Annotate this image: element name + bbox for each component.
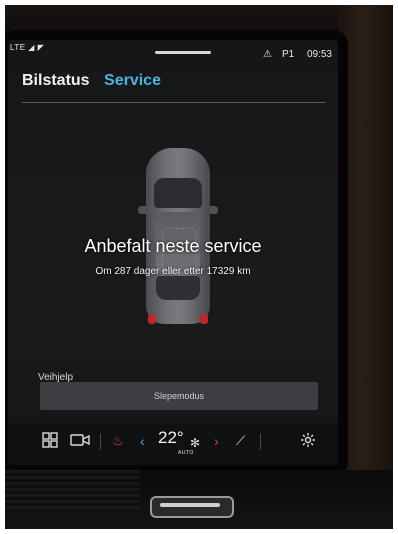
tab-service[interactable]: Service	[104, 72, 161, 90]
network-indicator: LTE ◢ ◤	[10, 43, 45, 52]
air-vent	[0, 470, 140, 510]
status-bar: LTE ◢ ◤ ⚠ P1 09:53	[8, 40, 338, 62]
climate-divider	[100, 434, 101, 450]
infotainment-screen: LTE ◢ ◤ ⚠ P1 09:53 Bilstatus Service Anbe…	[8, 40, 338, 465]
network-label: LTE	[10, 43, 26, 52]
car-windshield	[154, 178, 202, 208]
tab-bilstatus[interactable]: Bilstatus	[22, 72, 90, 90]
seat-icon[interactable]: ⟋	[236, 432, 245, 450]
settings-icon[interactable]	[300, 432, 316, 452]
car-rear-window	[156, 276, 200, 300]
grid-icon[interactable]	[42, 432, 58, 452]
tab-divider	[22, 102, 326, 103]
tab-bar: Bilstatus Service	[22, 72, 171, 92]
tow-mode-button[interactable]: Slepemodus	[40, 382, 318, 410]
climate-divider-right	[260, 434, 261, 450]
temperature-display[interactable]: 22°	[158, 428, 184, 448]
drag-handle[interactable]	[155, 51, 211, 54]
service-subtitle: Om 287 dager eller etter 17329 km	[95, 266, 251, 277]
seat-heat-icon[interactable]: ♨	[112, 432, 124, 450]
camera-icon[interactable]	[70, 432, 90, 452]
service-title: Anbefalt neste service	[84, 236, 262, 256]
car-taillight-right	[200, 314, 208, 324]
status-right: ⚠ P1 09:53	[253, 49, 332, 60]
clock: 09:53	[306, 49, 332, 60]
profile-indicator[interactable]: ⚠ P1	[263, 49, 294, 60]
hazard-button[interactable]	[150, 496, 234, 518]
climate-mode: AUTO	[178, 450, 194, 456]
car-taillight-left	[148, 314, 156, 324]
profile-label: P1	[281, 49, 295, 60]
climate-bar: ♨ ‹ 22° ✻ AUTO › ⟋	[8, 424, 338, 465]
arrow-right-icon[interactable]: ›	[214, 432, 219, 450]
arrow-left-icon[interactable]: ‹	[140, 432, 145, 450]
